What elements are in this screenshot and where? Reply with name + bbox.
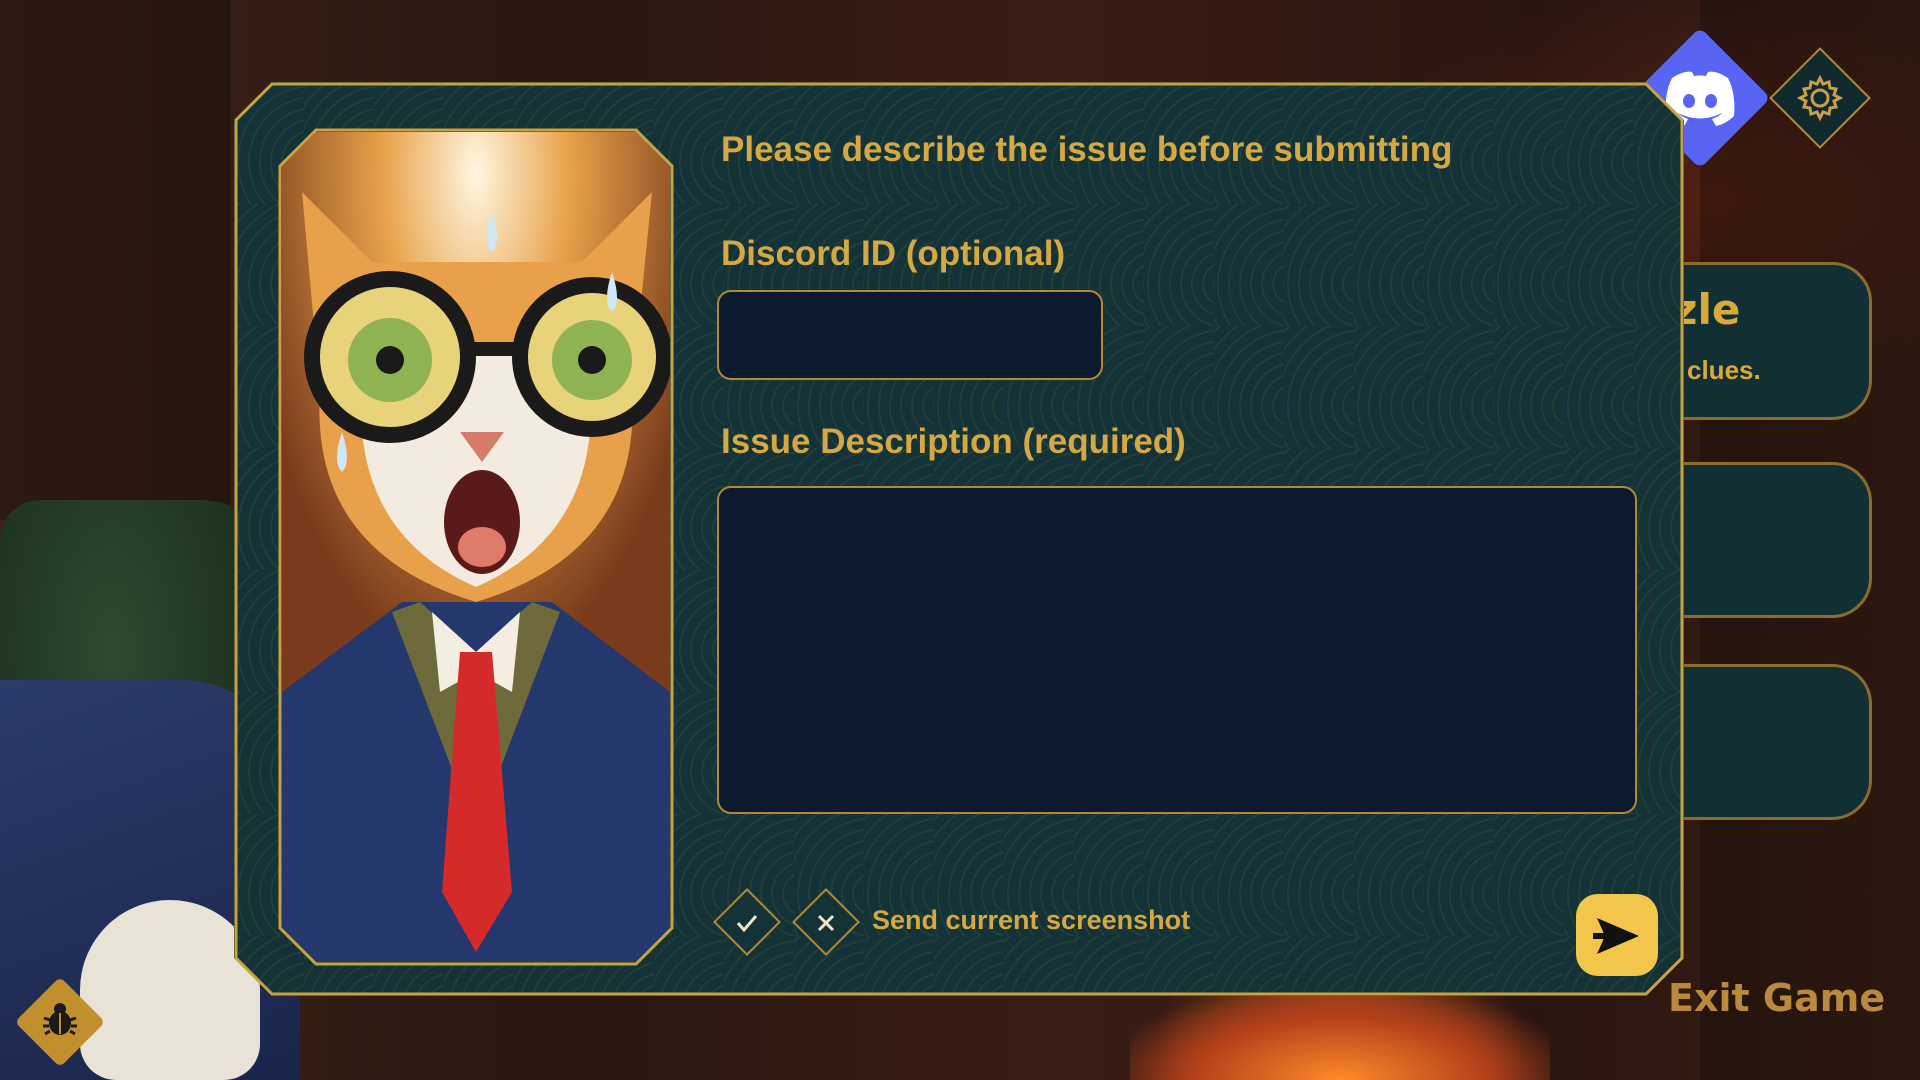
modal-headline: Please describe the issue before submitt… xyxy=(721,130,1453,169)
character-paw xyxy=(80,900,260,1080)
fireplace-glow xyxy=(1130,990,1550,1080)
menu-card-puzzle[interactable]: zle clues. xyxy=(1660,262,1872,420)
menu-card-3[interactable] xyxy=(1660,664,1872,820)
close-icon xyxy=(817,914,835,932)
menu-card-2[interactable] xyxy=(1660,462,1872,618)
send-screenshot-label: Send current screenshot xyxy=(872,905,1191,935)
issue-description-input[interactable] xyxy=(717,486,1637,814)
send-arrow-icon xyxy=(1593,918,1639,954)
discord-id-input[interactable] xyxy=(717,290,1103,380)
bug-icon xyxy=(43,1003,77,1036)
gear-icon xyxy=(1796,74,1844,122)
issue-description-label: Issue Description (required) xyxy=(721,422,1186,461)
bookshelf-left xyxy=(0,0,230,520)
menu-card-subtitle: clues. xyxy=(1687,355,1761,385)
portrait-frame xyxy=(278,128,674,966)
exit-game-button[interactable]: Exit Game xyxy=(1668,976,1885,1020)
discord-id-label: Discord ID (optional) xyxy=(721,234,1066,273)
check-icon xyxy=(736,915,758,933)
